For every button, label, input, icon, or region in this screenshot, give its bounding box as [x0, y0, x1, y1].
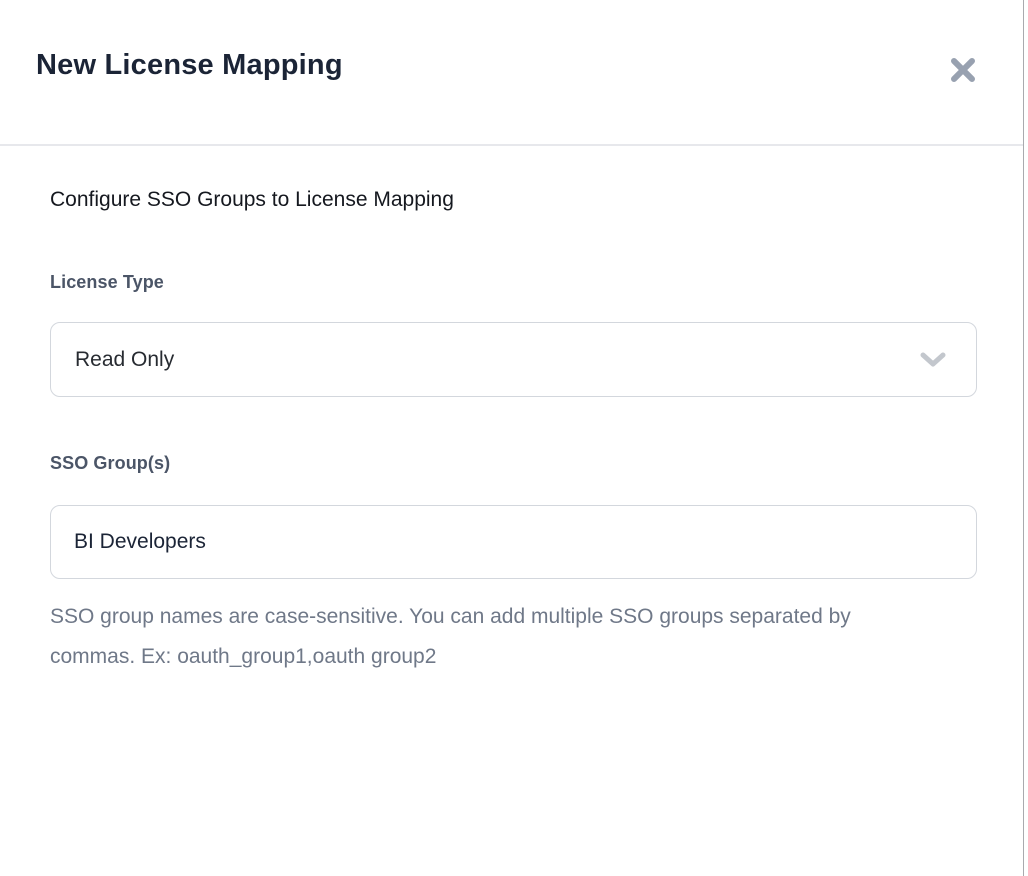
license-type-select[interactable]: Read Only — [50, 322, 977, 397]
close-button[interactable] — [945, 52, 981, 88]
license-type-label: License Type — [50, 270, 977, 294]
modal-body: Configure SSO Groups to License Mapping … — [0, 146, 1023, 677]
license-type-selected-value: Read Only — [75, 348, 174, 372]
sso-groups-input[interactable] — [50, 505, 977, 579]
modal-title: New License Mapping — [36, 47, 979, 83]
sso-groups-label: SSO Group(s) — [50, 451, 977, 475]
page: New License Mapping Configure SSO Groups… — [0, 0, 1028, 876]
new-license-mapping-modal: New License Mapping Configure SSO Groups… — [0, 0, 1023, 876]
chevron-down-icon — [920, 352, 946, 368]
sso-groups-help-text: SSO group names are case-sensitive. You … — [50, 597, 900, 677]
modal-header: New License Mapping — [0, 0, 1023, 146]
modal-description: Configure SSO Groups to License Mapping — [50, 186, 977, 214]
close-icon — [949, 56, 977, 84]
